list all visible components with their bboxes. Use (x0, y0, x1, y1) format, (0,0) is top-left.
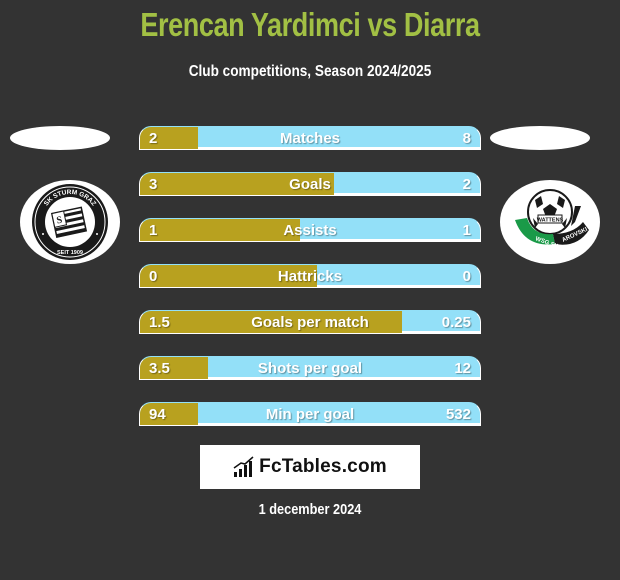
left-value: 1 (149, 222, 158, 239)
left-team-logo[interactable]: S SK STURM GRAZ SEIT 1909 (20, 180, 120, 264)
left-value: 3 (149, 176, 158, 193)
right-team-logo[interactable]: WATTENS WSG SW AROVSKI (500, 180, 600, 264)
right-value: 0 (462, 268, 471, 285)
stat-row-min-per-goal: Min per goal 94 532 (139, 402, 481, 426)
left-value: 2 (149, 130, 158, 147)
stat-row-shots-per-goal: Shots per goal 3.5 12 (139, 356, 481, 380)
stat-row-hattricks: Hattricks 0 0 (139, 264, 481, 288)
stat-label: Min per goal (265, 406, 355, 423)
stat-label: Hattricks (277, 268, 343, 285)
brand-name: FcTables.com (259, 456, 387, 477)
stat-label: Matches (279, 130, 341, 147)
left-player-placeholder (10, 126, 110, 150)
right-value: 0.25 (441, 314, 471, 331)
stat-row-assists: Assists 1 1 (139, 218, 481, 242)
left-value: 0 (149, 268, 158, 285)
wsg-wattens-logo-icon: WATTENS WSG SW AROVSKI (515, 189, 589, 251)
fctables-brand[interactable]: FcTables.com (200, 445, 420, 489)
stat-label: Assists (283, 222, 337, 239)
svg-text:SEIT 1909: SEIT 1909 (57, 250, 83, 256)
left-value: 3.5 (149, 360, 170, 377)
right-value: 12 (454, 360, 471, 377)
stat-row-goals: Goals 3 2 (139, 172, 481, 196)
left-value: 94 (149, 406, 166, 423)
sturm-graz-logo-icon: S SK STURM GRAZ SEIT 1909 (32, 184, 108, 260)
stat-label: Goals per match (251, 314, 369, 331)
stat-label: Shots per goal (257, 360, 363, 377)
right-value: 8 (462, 130, 471, 147)
page-title: Erencan Yardimci vs Diarra (140, 6, 480, 43)
right-value: 532 (445, 406, 471, 423)
page-subtitle: Club competitions, Season 2024/2025 (188, 63, 432, 80)
right-value: 2 (462, 176, 471, 193)
stat-row-matches: Matches 2 8 (139, 126, 481, 150)
left-value: 1.5 (149, 314, 170, 331)
date-label: 1 december 2024 (258, 501, 362, 518)
svg-text:WATTENS: WATTENS (537, 218, 564, 224)
stat-row-goals-per-match: Goals per match 1.5 0.25 (139, 310, 481, 334)
stat-label: Goals (289, 176, 331, 193)
bar-chart-growth-icon (233, 456, 254, 477)
right-value: 1 (462, 222, 471, 239)
right-player-placeholder (490, 126, 590, 150)
